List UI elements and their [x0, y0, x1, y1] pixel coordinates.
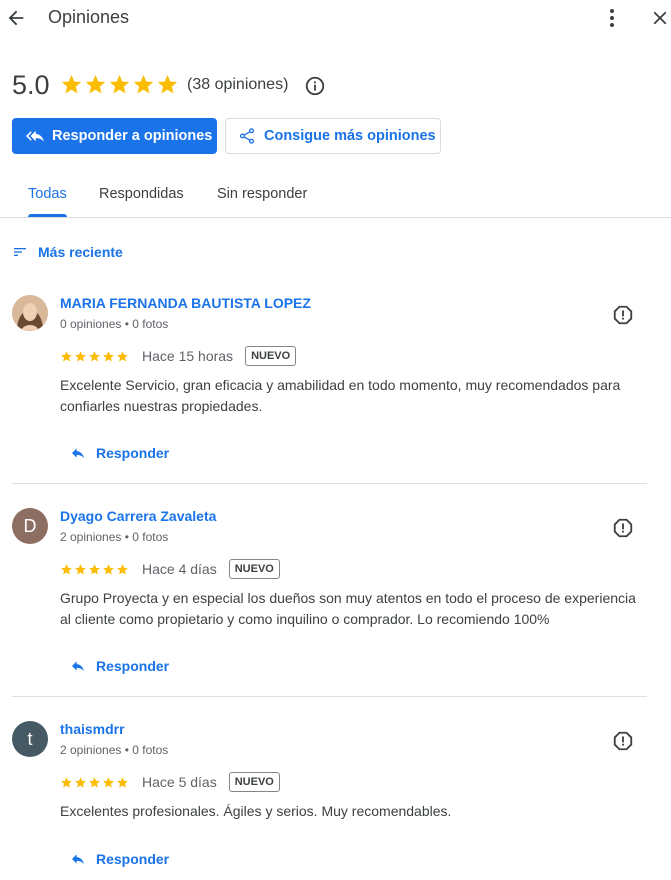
- review-rating-row: Hace 15 horas NUEVO: [60, 346, 297, 366]
- review-rating-row: Hace 4 días NUEVO: [60, 559, 280, 579]
- star-icon: [89, 350, 100, 361]
- avatar[interactable]: D: [12, 508, 48, 544]
- report-button[interactable]: [611, 729, 635, 753]
- report-button[interactable]: [611, 303, 635, 327]
- report-button[interactable]: [611, 516, 635, 540]
- reply-icon: [72, 448, 84, 459]
- tabs-divider: [0, 217, 671, 218]
- review-stars: [60, 776, 129, 789]
- new-badge: NUEVO: [228, 559, 280, 579]
- star-icon: [117, 776, 128, 787]
- review-rating-row: Hace 5 días NUEVO: [60, 772, 280, 792]
- review-time: Hace 4 días: [142, 561, 217, 577]
- sort-button[interactable]: Más reciente: [12, 244, 123, 260]
- review-count: (38 opiniones): [187, 76, 289, 93]
- star-icon: [117, 350, 128, 361]
- star-icon: [133, 74, 154, 94]
- star-icon: [75, 350, 86, 361]
- star-icon: [61, 776, 72, 787]
- get-more-reviews-button[interactable]: Consigue más opiniones: [225, 118, 441, 154]
- reviewer-meta: 0 opiniones • 0 fotos: [60, 317, 169, 331]
- new-badge: NUEVO: [228, 772, 280, 792]
- close-button[interactable]: [646, 4, 671, 32]
- report-icon: [613, 731, 633, 751]
- sort-label: Más reciente: [38, 244, 123, 260]
- arrow-left-icon: [8, 10, 24, 26]
- star-icon: [103, 563, 114, 574]
- star-icon: [103, 776, 114, 787]
- reviewer-name[interactable]: Dyago Carrera Zavaleta: [60, 508, 216, 524]
- reviewer-meta: 2 opiniones • 0 fotos: [60, 743, 169, 757]
- reply-icon: [72, 661, 84, 672]
- reply-button[interactable]: Responder: [70, 851, 169, 867]
- rating-stars: [60, 73, 179, 96]
- star-icon: [61, 563, 72, 574]
- tab-answered[interactable]: Respondidas: [99, 186, 184, 202]
- review-stars: [60, 563, 129, 576]
- avatar[interactable]: t: [12, 721, 48, 757]
- star-icon: [61, 350, 72, 361]
- star-icon: [89, 563, 100, 574]
- more-options-button[interactable]: [598, 4, 626, 32]
- rating-value: 5.0: [12, 70, 50, 100]
- star-icon: [75, 563, 86, 574]
- review-time: Hace 15 horas: [142, 348, 234, 364]
- tab-all[interactable]: Todas: [28, 186, 67, 202]
- reply-label: Responder: [96, 851, 170, 867]
- review-stars: [60, 350, 129, 363]
- reply-to-reviews-button[interactable]: Responder a opiniones: [12, 118, 217, 154]
- review-text: Grupo Proyecta y en especial los dueños …: [60, 590, 636, 627]
- report-icon: [613, 305, 633, 325]
- star-icon: [61, 74, 82, 94]
- tab-unanswered[interactable]: Sin responder: [217, 186, 307, 202]
- reviewer-name[interactable]: thaismdrr: [60, 721, 125, 737]
- avatar-letter: D: [23, 515, 37, 536]
- star-icon: [75, 776, 86, 787]
- avatar-letter: t: [27, 728, 33, 749]
- reply-icon: [72, 854, 84, 865]
- star-icon: [117, 563, 128, 574]
- page-title: Opiniones: [48, 7, 130, 27]
- close-icon: [653, 11, 667, 25]
- user-photo-icon: [12, 295, 48, 331]
- review-divider: [12, 696, 647, 697]
- report-icon: [613, 518, 633, 538]
- star-icon: [103, 350, 114, 361]
- share-icon: [239, 128, 255, 144]
- info-icon: [305, 76, 325, 96]
- info-button[interactable]: [303, 74, 327, 98]
- reply-label: Responder: [96, 445, 170, 461]
- reply-to-reviews-label: Responder a opiniones: [52, 128, 213, 144]
- get-more-reviews-label: Consigue más opiniones: [264, 128, 436, 144]
- reply-label: Responder: [96, 658, 170, 674]
- star-icon: [89, 776, 100, 787]
- more-vert-icon: [610, 9, 614, 27]
- reviewer-meta: 2 opiniones • 0 fotos: [60, 530, 169, 544]
- reply-button[interactable]: Responder: [70, 445, 169, 461]
- review-divider: [12, 483, 647, 484]
- reply-button[interactable]: Responder: [70, 658, 169, 674]
- reply-all-icon: [26, 130, 44, 142]
- star-icon: [85, 74, 106, 94]
- sort-icon: [14, 248, 26, 256]
- back-button[interactable]: [2, 4, 30, 32]
- review-text: Excelentes profesionales. Ágiles y serio…: [60, 803, 452, 819]
- star-icon: [157, 74, 178, 94]
- new-badge: NUEVO: [245, 346, 297, 366]
- review-time: Hace 5 días: [142, 774, 217, 790]
- reviewer-name[interactable]: MARIA FERNANDA BAUTISTA LOPEZ: [60, 295, 311, 311]
- review-text: Excelente Servicio, gran eficacia y amab…: [60, 377, 621, 414]
- star-icon: [109, 74, 130, 94]
- avatar[interactable]: [12, 295, 48, 331]
